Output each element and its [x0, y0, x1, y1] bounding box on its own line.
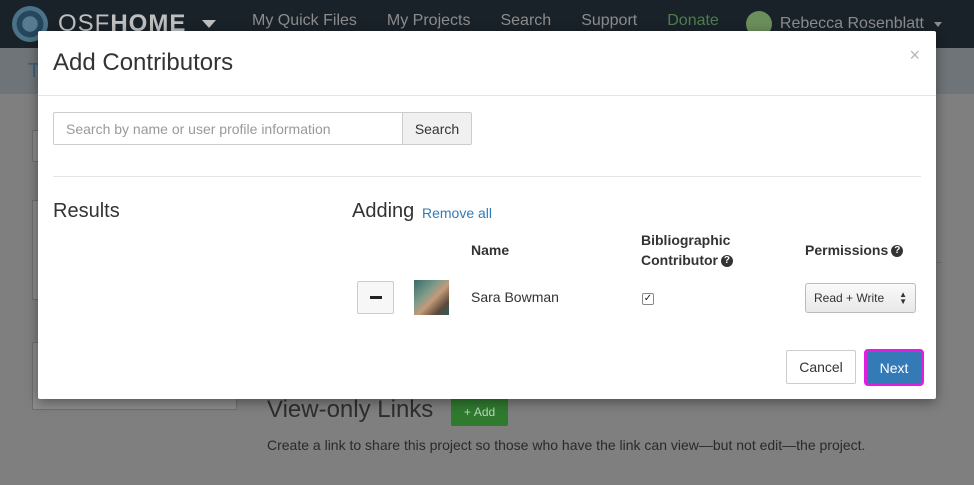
minus-icon [369, 296, 382, 299]
name-column-header: Name [471, 242, 510, 258]
modal-header: Add Contributors × [38, 31, 936, 96]
divider [53, 176, 921, 177]
nav-my-projects[interactable]: My Projects [387, 12, 471, 30]
search-button[interactable]: Search [402, 112, 472, 145]
search-input[interactable] [53, 112, 403, 145]
remove-all-link[interactable]: Remove all [422, 205, 492, 221]
contributor-name: Sara Bowman [471, 289, 559, 305]
plus-icon: + [463, 404, 471, 419]
nav-my-quick-files[interactable]: My Quick Files [252, 12, 357, 30]
avatar [414, 280, 449, 315]
bibliographic-column-header: Bibliographic Contributor? [641, 230, 733, 270]
nav-support[interactable]: Support [581, 12, 637, 30]
nav-search[interactable]: Search [500, 12, 551, 30]
adding-heading: Adding [352, 200, 415, 222]
help-icon[interactable]: ? [720, 255, 733, 268]
permission-value: Read + Write [814, 291, 885, 305]
view-only-links-title: View-only Links [267, 396, 434, 423]
bibliographic-header-line2: Contributor [641, 252, 718, 268]
close-icon[interactable]: × [909, 45, 920, 66]
results-heading: Results [53, 200, 120, 222]
chevron-down-icon[interactable] [202, 20, 217, 28]
bibliographic-checkbox[interactable]: ✓ [642, 293, 654, 305]
add-label: Add [473, 404, 496, 419]
nav-donate[interactable]: Donate [667, 12, 719, 30]
chevron-down-icon [934, 21, 942, 27]
select-arrows-icon: ▲ ▼ [899, 290, 907, 306]
remove-contributor-button[interactable] [357, 281, 394, 314]
permissions-header-label: Permissions [805, 242, 889, 258]
view-only-links-description: Create a link to share this project so t… [267, 437, 866, 453]
help-icon[interactable]: ? [891, 245, 904, 258]
cancel-button[interactable]: Cancel [786, 350, 856, 384]
bibliographic-header-line1: Bibliographic [641, 232, 731, 248]
permission-select[interactable]: Read + Write ▲ ▼ [805, 283, 916, 313]
permissions-column-header: Permissions? [805, 240, 904, 260]
next-button[interactable]: Next [864, 349, 924, 386]
add-view-only-link-button[interactable]: + Add [451, 397, 508, 426]
nav-links: My Quick Files My Projects Search Suppor… [252, 12, 719, 30]
add-contributors-modal: Add Contributors × Search Results Adding… [38, 31, 936, 399]
modal-title: Add Contributors [53, 49, 234, 76]
